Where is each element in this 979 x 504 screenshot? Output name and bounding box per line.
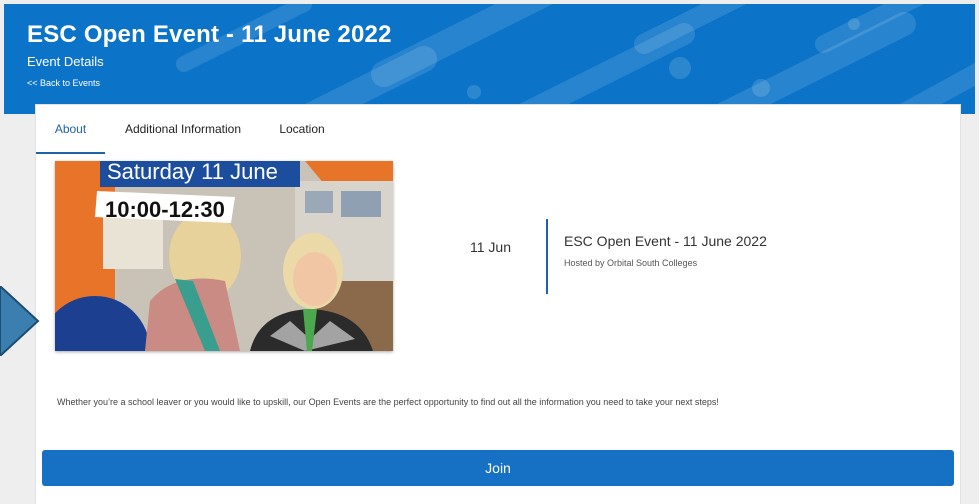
tab-additional-information[interactable]: Additional Information: [116, 105, 250, 154]
event-divider: [546, 219, 548, 294]
page-subtitle: Event Details: [27, 54, 104, 69]
join-button[interactable]: Join: [42, 450, 954, 486]
event-date: 11 Jun: [470, 239, 511, 255]
image-time-text: 10:00-12:30: [105, 197, 225, 222]
side-arrow-icon[interactable]: [0, 286, 40, 356]
event-card: About Additional Information Location Sa…: [35, 104, 961, 504]
header-banner: ESC Open Event - 11 June 2022 Event Deta…: [4, 4, 975, 114]
tab-location[interactable]: Location: [268, 105, 336, 154]
event-description: Whether you’re a school leaver or you wo…: [57, 397, 719, 407]
event-details-page: ESC Open Event - 11 June 2022 Event Deta…: [0, 0, 979, 504]
image-day-text: Saturday 11 June: [107, 161, 278, 184]
tab-about[interactable]: About: [36, 105, 105, 154]
back-to-events-link[interactable]: << Back to Events: [27, 78, 100, 88]
event-host: Hosted by Orbital South Colleges: [564, 258, 698, 268]
tab-bar: About Additional Information Location: [36, 105, 960, 154]
event-image: Saturday 11 June 10:00-12:30: [55, 161, 393, 351]
page-title: ESC Open Event - 11 June 2022: [27, 21, 392, 48]
event-name: ESC Open Event - 11 June 2022: [564, 233, 767, 249]
